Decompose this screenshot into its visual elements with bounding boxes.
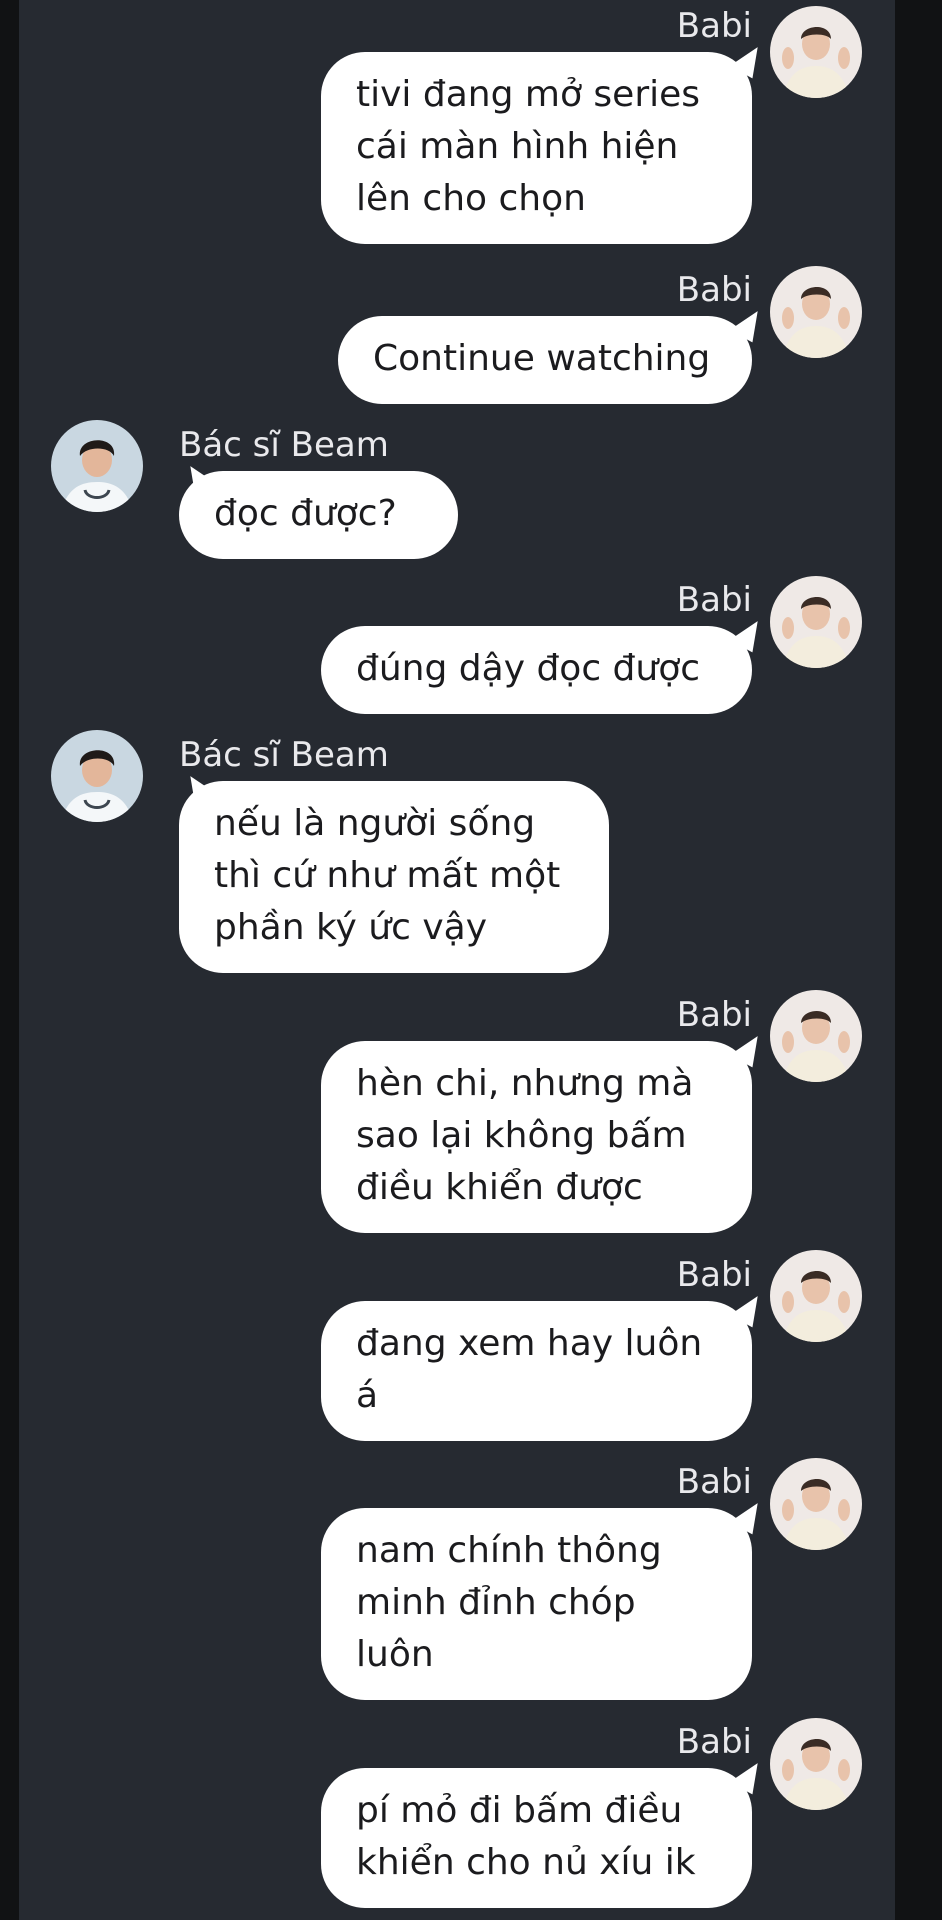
- chat-panel: Babi tivi đang mở series cái màn hình hi…: [19, 0, 895, 1920]
- message-bubble[interactable]: đang xem hay luôn á: [321, 1301, 752, 1441]
- message-item: Babi pí mỏ đi bấm điều khiển cho nủ xíu …: [272, 1722, 752, 1920]
- message-text-line: phần ký ức vậy: [214, 907, 488, 948]
- message-text-line: thì cứ như mất một: [214, 855, 561, 896]
- sender-name: Bác sĩ Beam: [179, 735, 389, 775]
- message-text-line: hèn chi, nhưng mà: [356, 1063, 694, 1104]
- babi-avatar[interactable]: [770, 990, 862, 1082]
- sender-name: Babi: [676, 6, 752, 46]
- babi-avatar[interactable]: [770, 576, 862, 668]
- babi-avatar[interactable]: [770, 1250, 862, 1342]
- message-text-line: lên cho chọn: [356, 178, 586, 219]
- babi-avatar-icon: [770, 990, 862, 1082]
- message-text-line: minh đỉnh chóp: [356, 1582, 636, 1623]
- sender-name: Babi: [676, 1462, 752, 1502]
- message-item: Babi nam chính thông minh đỉnh chóp luôn: [272, 1462, 752, 1712]
- message-bubble[interactable]: Continue watching: [338, 316, 752, 404]
- message-bubble[interactable]: đọc được?: [179, 471, 458, 559]
- message-text-line: nam chính thông: [356, 1530, 662, 1571]
- message-item: Bác sĩ Beam đọc được?: [179, 425, 479, 565]
- doctor-beam-avatar[interactable]: [51, 420, 143, 512]
- babi-avatar-icon: [770, 1458, 862, 1550]
- message-text-line: khiển cho nủ xíu ik: [356, 1842, 696, 1883]
- sender-name: Babi: [676, 270, 752, 310]
- doctor-beam-avatar-icon: [51, 730, 143, 822]
- message-bubble[interactable]: pí mỏ đi bấm điều khiển cho nủ xíu ik: [321, 1768, 752, 1908]
- message-text-line: cái màn hình hiện: [356, 126, 679, 167]
- message-bubble[interactable]: đúng dậy đọc được: [321, 626, 752, 714]
- sender-name: Bác sĩ Beam: [179, 425, 389, 465]
- message-item: Babi Continue watching: [272, 270, 752, 410]
- message-text-line: điều khiển được: [356, 1167, 643, 1208]
- message-bubble[interactable]: tivi đang mở series cái màn hình hiện lê…: [321, 52, 752, 244]
- message-text-line: tivi đang mở series: [356, 74, 701, 115]
- message-text-line: đúng dậy đọc được: [356, 648, 701, 689]
- message-text-line: Continue watching: [373, 338, 711, 379]
- babi-avatar-icon: [770, 266, 862, 358]
- babi-avatar[interactable]: [770, 1718, 862, 1810]
- message-text-line: đọc được?: [214, 493, 397, 534]
- message-item: Babi đúng dậy đọc được: [272, 580, 752, 720]
- sender-name: Babi: [676, 580, 752, 620]
- message-text-line: á: [356, 1375, 379, 1416]
- sender-name: Babi: [676, 1255, 752, 1295]
- sender-name: Babi: [676, 1722, 752, 1762]
- message-text-line: luôn: [356, 1634, 434, 1675]
- babi-avatar-icon: [770, 576, 862, 668]
- doctor-beam-avatar-icon: [51, 420, 143, 512]
- message-bubble[interactable]: nam chính thông minh đỉnh chóp luôn: [321, 1508, 752, 1700]
- doctor-beam-avatar[interactable]: [51, 730, 143, 822]
- message-text-line: pí mỏ đi bấm điều: [356, 1790, 683, 1831]
- message-bubble[interactable]: nếu là người sống thì cứ như mất một phầ…: [179, 781, 609, 973]
- message-text-line: đang xem hay luôn: [356, 1323, 703, 1364]
- message-text-line: sao lại không bấm: [356, 1115, 687, 1156]
- message-text-line: nếu là người sống: [214, 803, 536, 844]
- babi-avatar[interactable]: [770, 6, 862, 98]
- sender-name: Babi: [676, 995, 752, 1035]
- message-item: Babi tivi đang mở series cái màn hình hi…: [272, 6, 752, 256]
- message-bubble[interactable]: hèn chi, nhưng mà sao lại không bấm điều…: [321, 1041, 752, 1233]
- babi-avatar[interactable]: [770, 266, 862, 358]
- message-item: Bác sĩ Beam nếu là người sống thì cứ như…: [179, 735, 639, 985]
- babi-avatar-icon: [770, 6, 862, 98]
- message-item: Babi đang xem hay luôn á: [272, 1255, 752, 1455]
- babi-avatar-icon: [770, 1718, 862, 1810]
- babi-avatar[interactable]: [770, 1458, 862, 1550]
- babi-avatar-icon: [770, 1250, 862, 1342]
- message-item: Babi hèn chi, nhưng mà sao lại không bấm…: [272, 995, 752, 1245]
